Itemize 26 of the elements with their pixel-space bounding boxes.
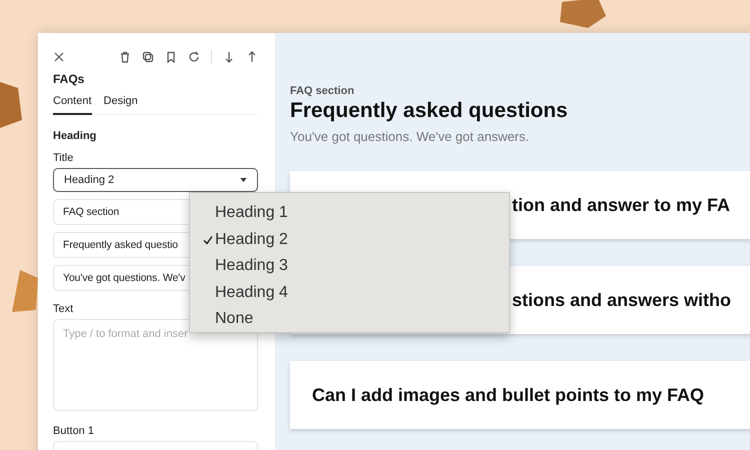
field-label: Title	[53, 152, 74, 164]
section-subtitle: You've got questions. We've got answers.	[290, 129, 530, 144]
section-title: Frequently asked questions	[290, 99, 569, 123]
bookmark-icon[interactable]	[165, 51, 177, 63]
tile-shape	[0, 80, 22, 130]
field-label: Text	[53, 303, 74, 315]
tab[interactable]: Design	[104, 93, 138, 115]
faq-question: Can I add images and bullet points to my FAQ	[311, 384, 704, 406]
heading-select[interactable]: Heading 2	[53, 168, 258, 192]
faq-question: stions and answers witho	[511, 290, 732, 310]
faq-card[interactable]: Can I add images and bullet points to my FAQ	[290, 361, 750, 429]
close-icon[interactable]	[53, 51, 65, 63]
trash-icon[interactable]	[119, 51, 131, 63]
down-arrow-icon[interactable]	[223, 51, 235, 63]
up-arrow-icon[interactable]	[246, 51, 258, 63]
faq-question: tion and answer to my FA	[511, 194, 730, 216]
caret-icon	[240, 178, 247, 182]
section-eyebrow: FAQ section	[290, 85, 356, 97]
copy-icon[interactable]	[142, 51, 154, 63]
tile-shape	[558, 0, 608, 28]
section-heading: Heading	[53, 130, 98, 142]
field-label: Button 1	[53, 425, 95, 437]
tile-shape	[10, 268, 40, 314]
refresh-icon[interactable]	[188, 51, 200, 63]
tab[interactable]: Content	[53, 93, 92, 115]
panel-title: FAQs	[53, 72, 86, 86]
